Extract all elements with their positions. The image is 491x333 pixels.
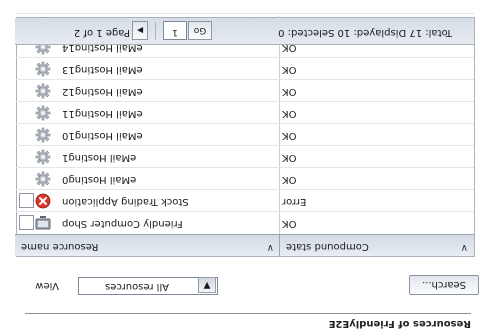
page-title: Resources of FriendlyE2E [328, 318, 471, 329]
resource-name-cell[interactable]: eMail Hosting13 [62, 64, 143, 75]
compound-state-cell: OK [282, 86, 297, 97]
compound-state-cell: OK [282, 108, 297, 119]
resource-name-cell[interactable]: eMail Hosting11 [62, 108, 143, 119]
table-row[interactable]: OK eMail Hosting13 [15, 57, 474, 80]
resource-table: Resource name ∨ Compound state ∨ OK Frien… [15, 13, 475, 257]
chevron-down-icon[interactable]: ▼ [198, 277, 216, 293]
gear-icon [35, 171, 51, 187]
table-row[interactable]: OK eMail Hosting11 [15, 101, 474, 124]
gear-icon [35, 105, 51, 121]
column-header-label: Compound state [286, 241, 369, 252]
compound-state-cell: OK [282, 218, 297, 229]
compound-state-cell: OK [282, 152, 297, 163]
compound-state-cell: Error [282, 196, 307, 207]
view-label: View [35, 280, 59, 291]
page-number-input[interactable]: 1 [163, 21, 187, 40]
compound-state-cell: OK [282, 130, 297, 141]
compound-state-cell: OK [282, 64, 297, 75]
sort-chevron-icon[interactable]: ∨ [461, 242, 468, 253]
pager-separator [155, 22, 156, 40]
column-header-compound-state[interactable]: Compound state ∨ [279, 234, 474, 256]
column-header-resource-name[interactable]: Resource name ∨ [15, 234, 280, 256]
view-select-value: All resources [105, 281, 170, 292]
resource-name-cell[interactable]: Friendly Computer Shop [62, 218, 183, 229]
gear-icon [35, 83, 51, 99]
gear-icon [35, 127, 51, 143]
compound-state-cell: OK [282, 174, 297, 185]
go-button[interactable]: Go [188, 21, 212, 40]
title-divider [25, 313, 471, 314]
row-checkbox[interactable] [19, 215, 34, 230]
table-row[interactable]: OK eMail Hosting10 [15, 123, 474, 146]
search-button[interactable]: Search... [409, 275, 479, 295]
resource-name-cell[interactable]: eMail Hosting10 [62, 130, 143, 141]
table-row[interactable]: Error Stock Trading Application [15, 189, 474, 212]
resource-name-cell[interactable]: eMail Hosting12 [62, 86, 143, 97]
sort-chevron-icon[interactable]: ∨ [267, 242, 274, 253]
view-select[interactable]: All resources ▼ [78, 277, 218, 295]
pager-bar: Total: 17 Displayed: 10 Selected: 0 Go 1… [15, 18, 474, 45]
next-page-icon[interactable]: ▶ [132, 21, 148, 40]
table-row[interactable]: OK eMail Hosting12 [15, 79, 474, 102]
column-header-label: Resource name [21, 241, 99, 252]
resource-name-cell[interactable]: eMail Hosting0 [62, 174, 136, 185]
gear-icon [35, 61, 51, 77]
computer-shop-icon [35, 215, 51, 231]
pager-stats: Total: 17 Displayed: 10 Selected: 0 [278, 27, 452, 38]
table-row[interactable]: OK eMail Hosting0 [15, 167, 474, 190]
table-row[interactable]: OK eMail Hosting1 [15, 145, 474, 168]
error-icon [35, 193, 51, 209]
resource-name-cell[interactable]: eMail Hosting1 [62, 152, 136, 163]
page-indicator: Page 1 of 2 [73, 27, 130, 38]
row-checkbox[interactable] [19, 193, 34, 208]
resource-name-cell[interactable]: Stock Trading Application [62, 196, 189, 207]
gear-icon [35, 149, 51, 165]
table-row[interactable]: OK Friendly Computer Shop [15, 211, 474, 234]
